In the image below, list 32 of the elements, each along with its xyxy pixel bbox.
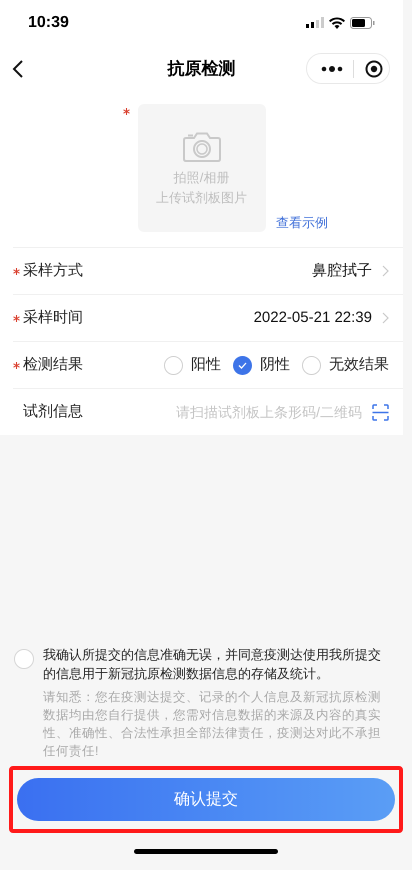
field-label: 试剂信息: [23, 402, 84, 422]
scan-input-field[interactable]: 请扫描试剂板上条形码/二维码: [136, 402, 362, 422]
page-title: 抗原检测: [168, 58, 236, 80]
wifi-icon: [329, 16, 345, 28]
select-value[interactable]: 2022-05-21 22:39: [254, 306, 372, 330]
radio-label: 阳性: [191, 354, 221, 375]
select-value[interactable]: 鼻腔拭子: [312, 260, 372, 282]
field-label: 检测结果: [23, 354, 84, 375]
radio-button[interactable]: [302, 356, 321, 374]
radio-button[interactable]: [233, 356, 252, 374]
upload-hint: 拍照/相册: [174, 169, 230, 187]
signal-icon: [306, 17, 324, 28]
consent-checkbox[interactable]: [14, 649, 34, 669]
upload-hint: 上传试剂板图片: [156, 189, 247, 207]
camera-icon: [182, 132, 220, 162]
radio-button[interactable]: [164, 356, 183, 374]
submit-button[interactable]: 确认提交: [17, 778, 395, 821]
check-icon: [238, 362, 247, 368]
status-time: 10:39: [28, 12, 69, 32]
more-icon[interactable]: [321, 66, 343, 72]
close-icon[interactable]: [365, 60, 383, 78]
radio-label: 阴性: [260, 354, 290, 375]
scan-icon[interactable]: [372, 404, 389, 420]
battery-icon: [350, 16, 375, 28]
example-link[interactable]: 查看示例: [276, 213, 328, 232]
radio-label: 无效结果: [329, 354, 389, 375]
chevron-right-icon: [382, 312, 389, 324]
chevron-right-icon: [382, 265, 389, 277]
consent-text: 我确认所提交的信息准确无误，并同意疫测达使用我所提交的信息用于新冠抗原检测数据信息的存储及统计。: [43, 646, 382, 683]
field-label: 采样方式: [23, 260, 84, 281]
notice-text: 请知悉：您在疫测达提交、记录的个人信息及新冠抗原检测数据均由您自行提供，您需对信息数据的来源及内容的真实性、准确性、合法性承担全部法律责任，疫测达对此不承担任何责任!: [43, 689, 382, 760]
field-label: 采样时间: [23, 308, 84, 328]
